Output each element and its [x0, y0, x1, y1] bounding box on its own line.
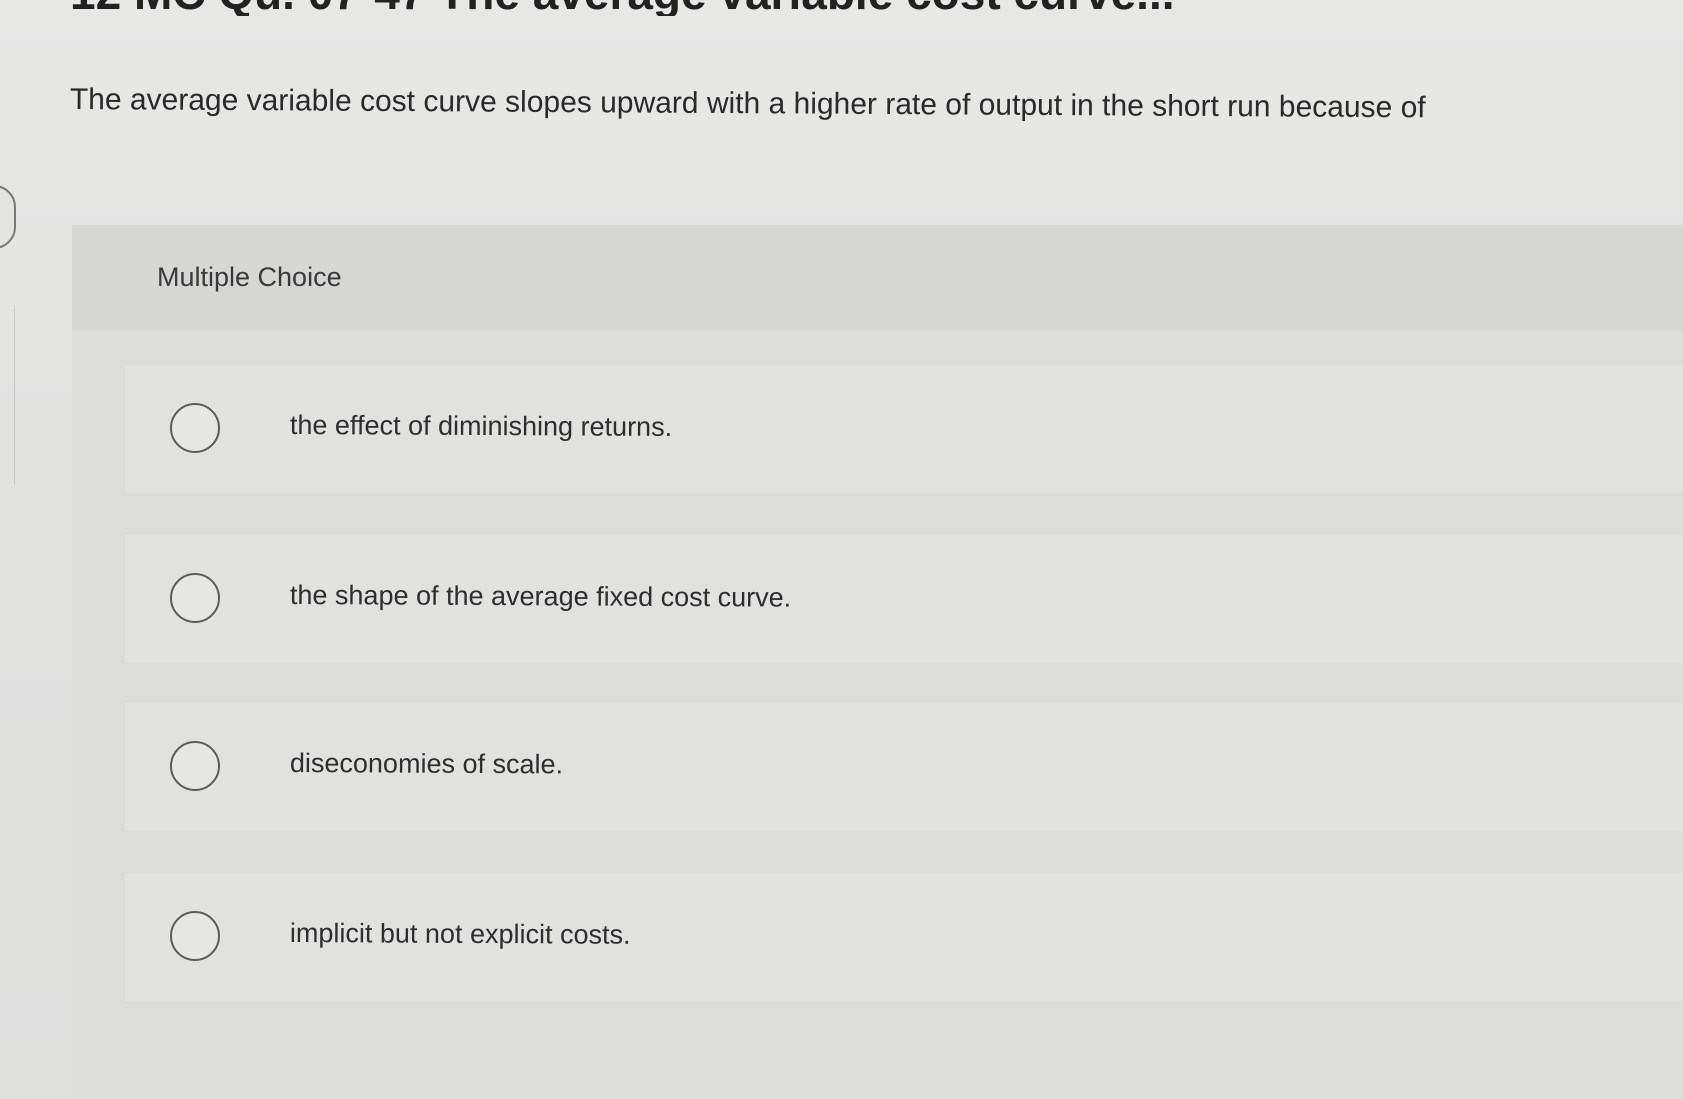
question-title-header: 12 MC Qu. 07-47 The average variable cos… — [0, 0, 1683, 16]
left-edge-divider — [0, 305, 15, 485]
multiple-choice-label: Multiple Choice — [157, 262, 342, 292]
sidebar-collapse-button[interactable] — [0, 185, 16, 249]
answer-option[interactable]: the effect of diminishing returns. — [125, 365, 1683, 493]
answer-option-text: the effect of diminishing returns. — [289, 410, 673, 443]
radio-button-icon[interactable] — [170, 573, 220, 623]
answer-option[interactable]: implicit but not explicit costs. — [125, 873, 1683, 1001]
radio-button-icon[interactable] — [170, 741, 220, 791]
answer-option[interactable]: the shape of the average fixed cost curv… — [125, 535, 1683, 663]
multiple-choice-header: Multiple Choice — [72, 225, 1683, 330]
answer-option-text: diseconomies of scale. — [289, 748, 564, 780]
multiple-choice-panel: Multiple Choice the effect of diminishin… — [72, 225, 1683, 1099]
radio-button-icon[interactable] — [170, 911, 220, 961]
question-title: 12 MC Qu. 07-47 The average variable cos… — [70, 0, 1175, 16]
answer-option-text: the shape of the average fixed cost curv… — [289, 580, 792, 613]
radio-button-icon[interactable] — [170, 403, 220, 453]
answer-option-text: implicit but not explicit costs. — [289, 918, 631, 950]
answer-option[interactable]: diseconomies of scale. — [125, 703, 1683, 831]
question-prompt: The average variable cost curve slopes u… — [69, 82, 1426, 125]
